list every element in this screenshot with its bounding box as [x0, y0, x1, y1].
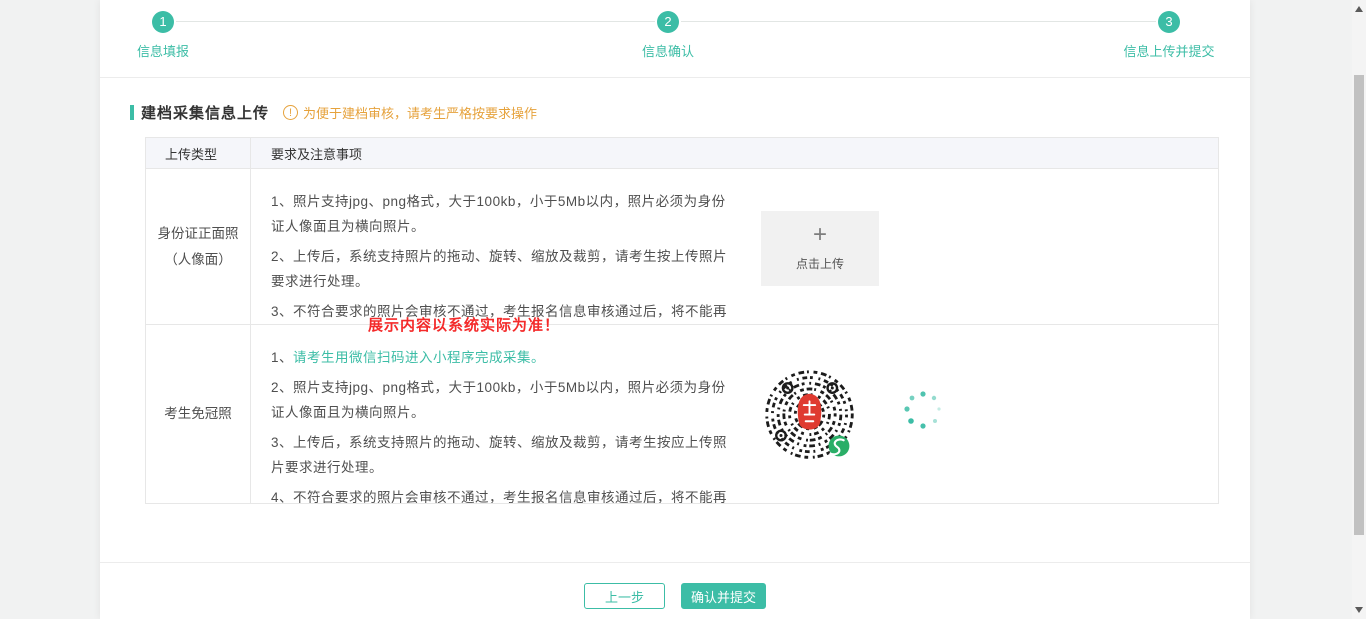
table-header-row: 上传类型 要求及注意事项 [146, 138, 1218, 169]
id-photo-requirements-cell: 1、照片支持jpg、png格式，大于100kb，小于5Mb以内，照片必须为身份证… [251, 169, 1218, 324]
footer-divider [100, 562, 1250, 563]
column-header-requirements: 要求及注意事项 [251, 138, 1218, 168]
section-header: 建档采集信息上传 ! 为便于建档审核，请考生严格按要求操作 [130, 102, 537, 123]
scrollbar-up-arrow[interactable] [1355, 6, 1363, 12]
step-3-label: 信息上传并提交 [1099, 41, 1239, 60]
bareheaded-requirements-cell: 1、请考生用微信扫码进入小程序完成采集。 2、照片支持jpg、png格式，大于1… [251, 325, 1218, 503]
stepper-connector-1 [176, 21, 655, 22]
main-content-card: 1 2 3 信息填报 信息确认 信息上传并提交 建档采集信息上传 ! 为便于建档… [100, 0, 1250, 619]
requirement-line: 1、照片支持jpg、png格式，大于100kb，小于5Mb以内，照片必须为身份证… [271, 189, 729, 239]
requirement-number: 1、 [271, 350, 293, 365]
scrollbar-thumb[interactable] [1354, 75, 1364, 535]
loading-spinner [902, 389, 944, 431]
system-disclaimer-text: 展示内容以系统实际为准！ [368, 314, 560, 335]
wechat-qr-code [762, 369, 857, 464]
upload-button[interactable]: + 点击上传 [761, 211, 879, 286]
column-header-upload-type: 上传类型 [146, 138, 251, 168]
step-1-label: 信息填报 [93, 41, 233, 60]
requirement-line: 4、不符合要求的照片会审核不通过，考生报名信息审核通过后，将不能再更换照片。 [271, 485, 729, 503]
plus-icon: + [761, 223, 879, 247]
table-row-bareheaded-photo: 考生免冠照 1、请考生用微信扫码进入小程序完成采集。 2、照片支持jpg、png… [146, 324, 1218, 503]
upload-button-label: 点击上传 [761, 255, 879, 272]
previous-step-button[interactable]: 上一步 [584, 583, 665, 609]
section-accent-bar [130, 105, 134, 120]
table-row-id-photo: 身份证正面照（人像面） 1、照片支持jpg、png格式，大于100kb，小于5M… [146, 169, 1218, 324]
requirement-line: 3、上传后，系统支持照片的拖动、旋转、缩放及裁剪，请考生按应上传照片要求进行处理… [271, 430, 729, 480]
step-2-label: 信息确认 [598, 41, 738, 60]
scrollbar-down-arrow[interactable] [1355, 607, 1363, 613]
stepper: 1 2 3 信息填报 信息确认 信息上传并提交 [100, 0, 1250, 78]
warning-message: ! 为便于建档审核，请考生严格按要求操作 [283, 103, 537, 122]
step-2-circle: 2 [657, 11, 679, 33]
wechat-scan-instruction: 请考生用微信扫码进入小程序完成采集。 [293, 350, 545, 365]
vertical-scrollbar[interactable] [1352, 0, 1366, 619]
confirm-submit-button[interactable]: 确认并提交 [681, 583, 766, 609]
upload-type-id-photo: 身份证正面照（人像面） [146, 169, 251, 324]
requirement-line: 2、上传后，系统支持照片的拖动、旋转、缩放及裁剪，请考生按上传照片要求进行处理。 [271, 244, 729, 294]
step-1-circle: 1 [152, 11, 174, 33]
stepper-connector-2 [681, 21, 1156, 22]
upload-requirements-table: 上传类型 要求及注意事项 身份证正面照（人像面） 1、照片支持jpg、png格式… [145, 137, 1219, 504]
upload-type-bareheaded: 考生免冠照 [146, 325, 251, 503]
requirement-line: 1、请考生用微信扫码进入小程序完成采集。 [271, 345, 729, 370]
requirement-line: 2、照片支持jpg、png格式，大于100kb，小于5Mb以内，照片必须为身份证… [271, 375, 729, 425]
section-title: 建档采集信息上传 [141, 102, 269, 123]
warning-icon: ! [283, 105, 298, 120]
warning-text: 为便于建档审核，请考生严格按要求操作 [303, 103, 537, 122]
footer-actions: 上一步 确认并提交 [100, 583, 1250, 609]
step-3-circle: 3 [1158, 11, 1180, 33]
